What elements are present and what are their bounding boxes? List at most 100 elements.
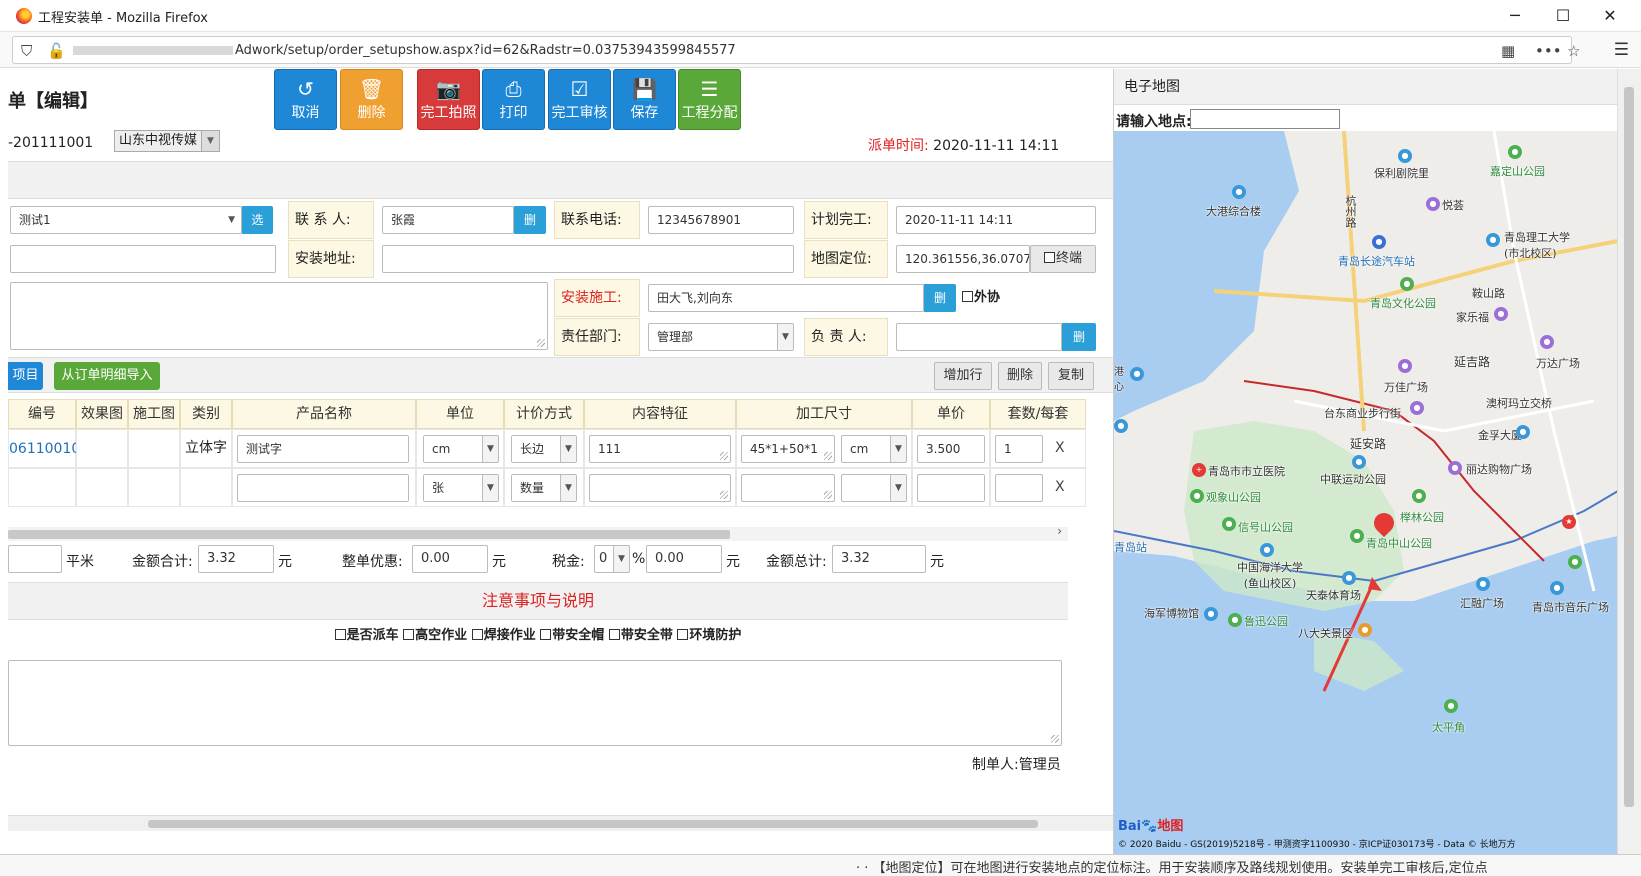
park-icon[interactable]: ● (1568, 555, 1582, 569)
poi-icon[interactable]: ● (1352, 455, 1366, 469)
tax-input[interactable]: 0.00 (646, 545, 722, 573)
park-icon[interactable]: ● (1412, 489, 1426, 503)
contact-input[interactable]: 张霞 (382, 206, 514, 234)
resize-grip-icon[interactable] (537, 339, 545, 347)
scroll-thumb[interactable] (148, 820, 1038, 828)
unit-select[interactable]: 张 ▼ (423, 474, 499, 502)
high-altitude-checkbox[interactable]: 高空作业 (403, 628, 467, 643)
notes-textarea[interactable] (8, 660, 1062, 746)
minimize-button[interactable]: ─ (1495, 4, 1535, 28)
stadium-icon[interactable]: ● (1342, 571, 1356, 585)
installer-delete-button[interactable]: 删 (924, 284, 956, 312)
school-icon[interactable]: ● (1260, 543, 1274, 557)
customer-extra-input[interactable] (10, 245, 276, 273)
helmet-checkbox[interactable]: 带安全帽 (540, 628, 604, 643)
safety-belt-checkbox[interactable]: 带安全带 (608, 628, 673, 643)
shopping-icon[interactable]: ● (1426, 197, 1440, 211)
remarks-textarea[interactable] (10, 282, 548, 350)
size-unit-select[interactable]: cm ▼ (841, 435, 907, 463)
star-poi-icon[interactable]: ★ (1562, 515, 1576, 529)
owner-delete-button[interactable]: 删 (1062, 323, 1096, 351)
area-input[interactable] (8, 545, 62, 573)
total-input[interactable]: 3.32 (832, 545, 926, 573)
size-input[interactable]: 45*1+50*1 (741, 435, 835, 463)
contact-delete-button[interactable]: 删 (514, 206, 546, 234)
size-input[interactable] (741, 474, 835, 502)
bookmark-star-icon[interactable]: ☆ (1567, 41, 1580, 61)
resize-grip-icon[interactable] (720, 452, 728, 460)
park-icon[interactable]: ● (1190, 489, 1204, 503)
coordinates-input[interactable]: 120.361556,36.0707 (896, 245, 1030, 273)
maximize-button[interactable]: ☐ (1543, 4, 1583, 28)
table-horizontal-scrollbar[interactable]: › (8, 524, 1068, 541)
shield-icon[interactable]: ⛉ (21, 41, 32, 61)
outsource-checkbox[interactable]: 外协 (962, 286, 1000, 305)
resize-grip-icon[interactable] (824, 491, 832, 499)
shop-select[interactable]: 山东中视传媒 ▼ (114, 130, 220, 152)
customer-select[interactable]: 测试1 ▼ (10, 206, 242, 234)
poi-icon[interactable]: ● (1550, 581, 1564, 595)
park-icon[interactable]: ● (1400, 277, 1414, 291)
dept-select[interactable]: 管理部 ▼ (648, 323, 794, 351)
amount-input[interactable]: 3.32 (198, 545, 274, 573)
delete-row-x-button[interactable]: X (1055, 440, 1065, 456)
delete-row-button[interactable]: 删除 (998, 362, 1042, 390)
delete-button[interactable]: 🗑 删除 (340, 69, 403, 130)
shopping-icon[interactable]: ● (1398, 359, 1412, 373)
url-field[interactable]: ⛉ 🔓 Adwork/setup/order_setupshow.aspx?id… (12, 36, 1580, 64)
poi-icon[interactable]: ● (1130, 367, 1144, 381)
park-icon[interactable]: ● (1228, 613, 1242, 627)
poi-icon[interactable]: ● (1114, 419, 1128, 433)
welding-checkbox[interactable]: 焊接作业 (471, 628, 536, 643)
close-window-button[interactable]: ✕ (1590, 4, 1630, 28)
environment-checkbox[interactable]: 环境防护 (677, 628, 741, 643)
chevron-right-icon[interactable]: › (1057, 524, 1062, 538)
park-icon[interactable]: ● (1222, 517, 1236, 531)
discount-input[interactable]: 0.00 (412, 545, 488, 573)
effect-image-cell[interactable] (76, 468, 128, 507)
poi-icon[interactable]: ● (1476, 577, 1490, 591)
tax-rate-select[interactable]: 0 ▼ (594, 545, 630, 573)
add-project-button[interactable]: 项目 (8, 362, 43, 390)
poi-icon[interactable]: ● (1232, 185, 1246, 199)
page-horizontal-scrollbar[interactable] (8, 815, 1113, 831)
bus-station-icon[interactable]: ● (1372, 235, 1386, 249)
completion-audit-button[interactable]: ☑ 完工审核 (548, 69, 611, 130)
cancel-button[interactable]: ↺ 取消 (274, 69, 337, 130)
feature-input[interactable] (589, 474, 731, 502)
scroll-thumb[interactable] (8, 530, 730, 539)
effect-image-cell[interactable] (76, 429, 128, 468)
resize-grip-icon[interactable] (720, 491, 728, 499)
feature-input[interactable]: 111 (589, 435, 731, 463)
checkbox-icon[interactable] (962, 291, 973, 302)
checkbox-icon[interactable] (1043, 252, 1055, 263)
page-vertical-scrollbar[interactable] (1617, 69, 1641, 854)
map-search-input[interactable] (1190, 109, 1340, 129)
park-icon[interactable]: ● (1508, 145, 1522, 159)
import-from-order-button[interactable]: 从订单明细导入 (54, 362, 160, 390)
school-icon[interactable]: ● (1486, 233, 1500, 247)
resize-grip-icon[interactable] (1051, 735, 1059, 743)
size-unit-select[interactable]: ▼ (841, 474, 907, 502)
shopping-icon[interactable]: ● (1448, 461, 1462, 475)
save-button[interactable]: 💾 保存 (613, 69, 676, 130)
planned-completion-input[interactable]: 2020-11-11 14:11 (896, 206, 1096, 234)
dispatch-vehicle-checkbox[interactable]: 是否派车 (334, 628, 399, 643)
insecure-lock-icon[interactable]: 🔓 (47, 41, 66, 61)
construction-image-cell[interactable] (128, 468, 180, 507)
install-address-input[interactable] (382, 245, 794, 273)
url-text[interactable]: Adwork/setup/order_setupshow.aspx?id=62&… (235, 43, 736, 58)
price-input[interactable] (917, 474, 985, 502)
price-input[interactable]: 3.500 (917, 435, 985, 463)
add-row-button[interactable]: 增加行 (934, 362, 992, 390)
product-name-input[interactable] (237, 474, 409, 502)
unit-select[interactable]: cm ▼ (423, 435, 499, 463)
copy-row-button[interactable]: 复制 (1048, 362, 1094, 390)
park-icon[interactable]: ● (1350, 529, 1364, 543)
hospital-icon[interactable]: + (1192, 463, 1206, 477)
print-button[interactable]: ⎙ 打印 (482, 69, 545, 130)
customer-pick-button[interactable]: 选 (242, 206, 273, 234)
qty-input[interactable]: 1 (995, 435, 1043, 463)
shopping-icon[interactable]: ● (1494, 307, 1508, 321)
resize-grip-icon[interactable] (824, 452, 832, 460)
